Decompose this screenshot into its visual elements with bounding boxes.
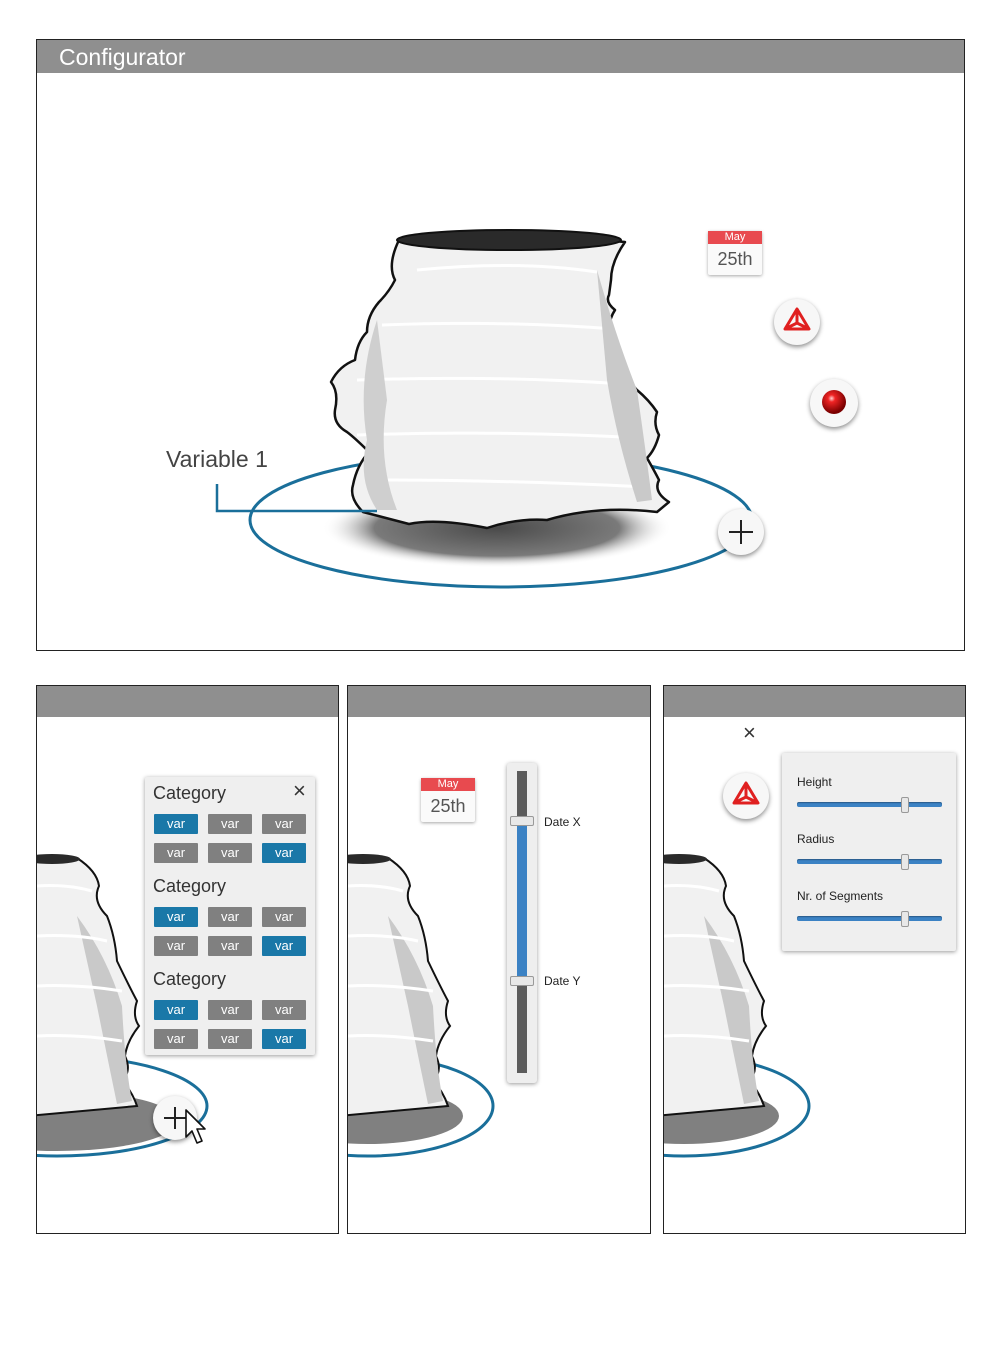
add-variable-button[interactable] — [718, 509, 764, 555]
close-icon[interactable]: × — [743, 720, 756, 746]
vase-scene[interactable] — [37, 40, 965, 651]
parameters-panel: Height Radius Nr. of Segments — [782, 753, 956, 951]
slider-handle[interactable] — [901, 911, 910, 927]
parameter-slider[interactable] — [797, 916, 942, 921]
variable-1-label: Variable 1 — [166, 446, 268, 472]
calendar-day: 25th — [717, 249, 753, 269]
date-range-slider[interactable] — [507, 763, 537, 1083]
slider-label: Height — [797, 775, 832, 789]
cube-button[interactable] — [774, 299, 820, 345]
date-calendar[interactable]: May 25th — [421, 778, 475, 822]
plus-icon — [729, 520, 753, 544]
cube-icon — [732, 781, 760, 805]
cube-button[interactable] — [723, 773, 769, 819]
slider-label: Radius — [797, 832, 835, 846]
cursor-icon — [185, 1109, 206, 1144]
calendar-day: 25th — [430, 796, 466, 816]
calendar-month: May — [708, 231, 762, 244]
vase-scene-crop — [348, 854, 495, 1158]
slider-handle[interactable] — [901, 854, 910, 870]
date-x-handle[interactable] — [510, 816, 534, 826]
record-ball-icon — [822, 390, 846, 414]
category-window: × Category var var var var var var Category var v… — [36, 685, 339, 1234]
date-x-label: Date X — [544, 815, 581, 829]
parameter-slider[interactable] — [797, 859, 942, 864]
configurator-window: Configurator Variable 1 May 25th — [36, 39, 965, 651]
slider-handle[interactable] — [901, 797, 910, 813]
cube-icon — [783, 307, 811, 331]
parameter-slider[interactable] — [797, 802, 942, 807]
date-y-handle[interactable] — [510, 976, 534, 986]
vase-opening — [396, 229, 622, 251]
calendar-month: May — [421, 778, 475, 791]
slider-label: Nr. of Segments — [797, 889, 884, 903]
date-calendar[interactable]: May 25th — [708, 231, 762, 275]
date-y-label: Date Y — [544, 974, 581, 988]
date-window: May 25th Date X Date Y — [347, 685, 651, 1234]
params-window: × Height Radius Nr. of Segments — [663, 685, 966, 1234]
slider-range — [517, 821, 527, 981]
record-ball-button[interactable] — [810, 379, 858, 427]
